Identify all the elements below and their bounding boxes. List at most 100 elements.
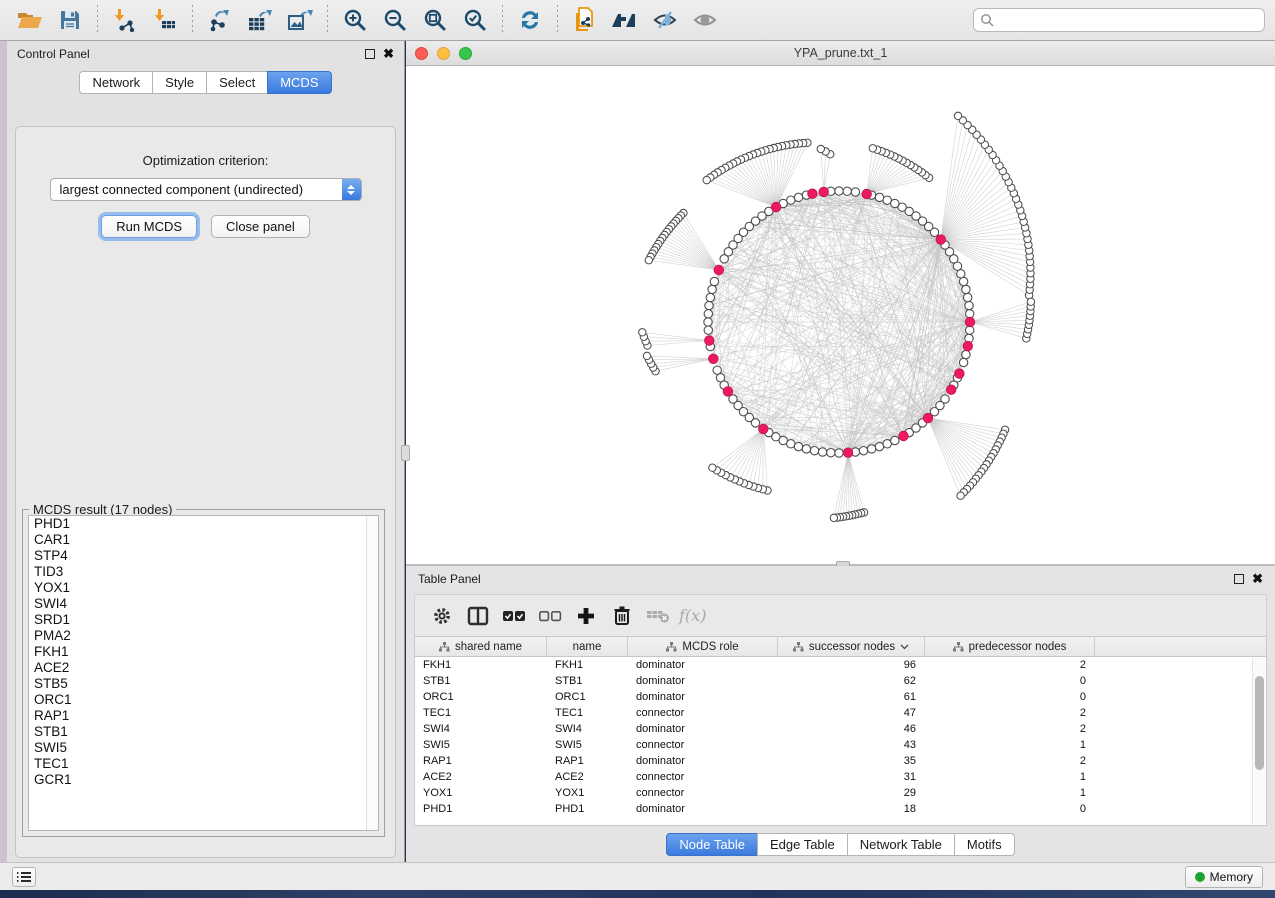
memory-button[interactable]: Memory xyxy=(1185,866,1263,888)
table-row[interactable]: TEC1TEC1connector472 xyxy=(415,705,1266,721)
table-scrollbar[interactable] xyxy=(1252,658,1265,824)
table-row[interactable]: RAP1RAP1dominator352 xyxy=(415,753,1266,769)
network-canvas[interactable] xyxy=(406,66,1275,564)
table-row[interactable]: SWI5SWI5connector431 xyxy=(415,737,1266,753)
ring-node[interactable] xyxy=(706,293,714,301)
mcds-hub-node[interactable] xyxy=(705,336,715,346)
search-input[interactable] xyxy=(994,13,1258,27)
satellite-node[interactable] xyxy=(1027,298,1034,305)
tab-network[interactable]: Network xyxy=(79,71,153,94)
optimization-criterion-select[interactable]: largest connected component (undirected) xyxy=(50,178,362,201)
result-item[interactable]: SWI5 xyxy=(29,740,378,756)
result-item[interactable]: YOX1 xyxy=(29,580,378,596)
add-row-button[interactable] xyxy=(571,601,601,631)
mcds-hub-node[interactable] xyxy=(946,385,956,395)
ring-node[interactable] xyxy=(875,442,883,450)
mcds-hub-node[interactable] xyxy=(955,369,965,379)
ring-node[interactable] xyxy=(708,285,716,293)
ring-node[interactable] xyxy=(794,193,802,201)
result-item[interactable]: ACE2 xyxy=(29,660,378,676)
satellite-node[interactable] xyxy=(645,257,652,264)
result-item[interactable]: SRD1 xyxy=(29,612,378,628)
table-row[interactable]: ACE2ACE2connector311 xyxy=(415,769,1266,785)
ring-node[interactable] xyxy=(962,285,970,293)
close-panel-icon[interactable]: ✖ xyxy=(383,49,394,59)
result-item[interactable]: ORC1 xyxy=(29,692,378,708)
ring-node[interactable] xyxy=(720,255,728,263)
mcds-result-list[interactable]: PHD1CAR1STP4TID3YOX1SWI4SRD1PMA2FKH1ACE2… xyxy=(28,515,379,831)
float-table-panel-icon[interactable] xyxy=(1234,574,1244,584)
ring-node[interactable] xyxy=(710,277,718,285)
result-item[interactable]: CAR1 xyxy=(29,532,378,548)
tab-edge-table[interactable]: Edge Table xyxy=(757,833,848,856)
ring-node[interactable] xyxy=(966,326,974,334)
show-columns-button[interactable] xyxy=(463,601,493,631)
deselect-all-button[interactable] xyxy=(535,601,565,631)
ring-node[interactable] xyxy=(966,310,974,318)
result-item[interactable]: GCR1 xyxy=(29,772,378,788)
result-item[interactable]: TEC1 xyxy=(29,756,378,772)
mcds-hub-node[interactable] xyxy=(899,431,909,441)
vertical-splitter-handle[interactable] xyxy=(401,445,410,461)
ring-node[interactable] xyxy=(818,448,826,456)
close-table-panel-icon[interactable]: ✖ xyxy=(1252,574,1263,584)
satellite-node[interactable] xyxy=(954,112,961,119)
mcds-hub-node[interactable] xyxy=(819,187,829,197)
result-item[interactable]: PMA2 xyxy=(29,628,378,644)
mcds-hub-node[interactable] xyxy=(843,448,853,458)
column-header-predecessor-nodes[interactable]: predecessor nodes xyxy=(925,637,1095,656)
ring-node[interactable] xyxy=(964,293,972,301)
delete-rows-button[interactable] xyxy=(607,601,637,631)
tab-motifs[interactable]: Motifs xyxy=(954,833,1015,856)
network-graph[interactable] xyxy=(406,66,1275,564)
clone-network-button[interactable] xyxy=(568,3,602,37)
ring-node[interactable] xyxy=(704,318,712,326)
column-header-mcds-role[interactable]: MCDS role xyxy=(628,637,778,656)
open-session-button[interactable] xyxy=(13,3,47,37)
mcds-hub-node[interactable] xyxy=(862,189,872,199)
table-row[interactable]: PHD1PHD1dominator180 xyxy=(415,801,1266,817)
column-header-successor-nodes[interactable]: successor nodes xyxy=(778,637,925,656)
result-item[interactable]: STB1 xyxy=(29,724,378,740)
result-item[interactable]: RAP1 xyxy=(29,708,378,724)
table-row[interactable]: YOX1YOX1connector291 xyxy=(415,785,1266,801)
table-row[interactable]: STB1STB1dominator620 xyxy=(415,673,1266,689)
ring-node[interactable] xyxy=(959,358,967,366)
satellite-node[interactable] xyxy=(869,145,876,152)
export-image-button[interactable] xyxy=(283,3,317,37)
ring-node[interactable] xyxy=(835,449,843,457)
mcds-hub-node[interactable] xyxy=(936,235,946,245)
ring-node[interactable] xyxy=(867,445,875,453)
mcds-hub-node[interactable] xyxy=(714,265,724,275)
hide-selected-button[interactable] xyxy=(648,3,682,37)
column-header-name[interactable]: name xyxy=(547,637,628,656)
ring-node[interactable] xyxy=(794,442,802,450)
zoom-in-button[interactable] xyxy=(338,3,372,37)
satellite-node[interactable] xyxy=(643,352,650,359)
ring-node[interactable] xyxy=(802,445,810,453)
export-table-button[interactable] xyxy=(243,3,277,37)
import-network-button[interactable] xyxy=(108,3,142,37)
ring-node[interactable] xyxy=(941,395,949,403)
ring-node[interactable] xyxy=(835,187,843,195)
float-panel-icon[interactable] xyxy=(365,49,375,59)
result-item[interactable]: PHD1 xyxy=(29,516,378,532)
column-header-shared-name[interactable]: shared name xyxy=(415,637,547,656)
refresh-layout-button[interactable] xyxy=(513,3,547,37)
satellite-node[interactable] xyxy=(709,464,716,471)
close-panel-button[interactable]: Close panel xyxy=(211,215,310,238)
result-item[interactable]: SWI4 xyxy=(29,596,378,612)
satellite-node[interactable] xyxy=(817,145,824,152)
table-settings-button[interactable] xyxy=(427,601,457,631)
show-all-button[interactable] xyxy=(688,3,722,37)
export-network-button[interactable] xyxy=(203,3,237,37)
ring-node[interactable] xyxy=(704,326,712,334)
result-item[interactable]: FKH1 xyxy=(29,644,378,660)
tab-style[interactable]: Style xyxy=(152,71,207,94)
mcds-hub-node[interactable] xyxy=(759,424,769,434)
mcds-hub-node[interactable] xyxy=(808,189,818,199)
satellite-node[interactable] xyxy=(830,514,837,521)
show-panels-button[interactable] xyxy=(12,867,36,887)
save-session-button[interactable] xyxy=(53,3,87,37)
ring-node[interactable] xyxy=(704,310,712,318)
